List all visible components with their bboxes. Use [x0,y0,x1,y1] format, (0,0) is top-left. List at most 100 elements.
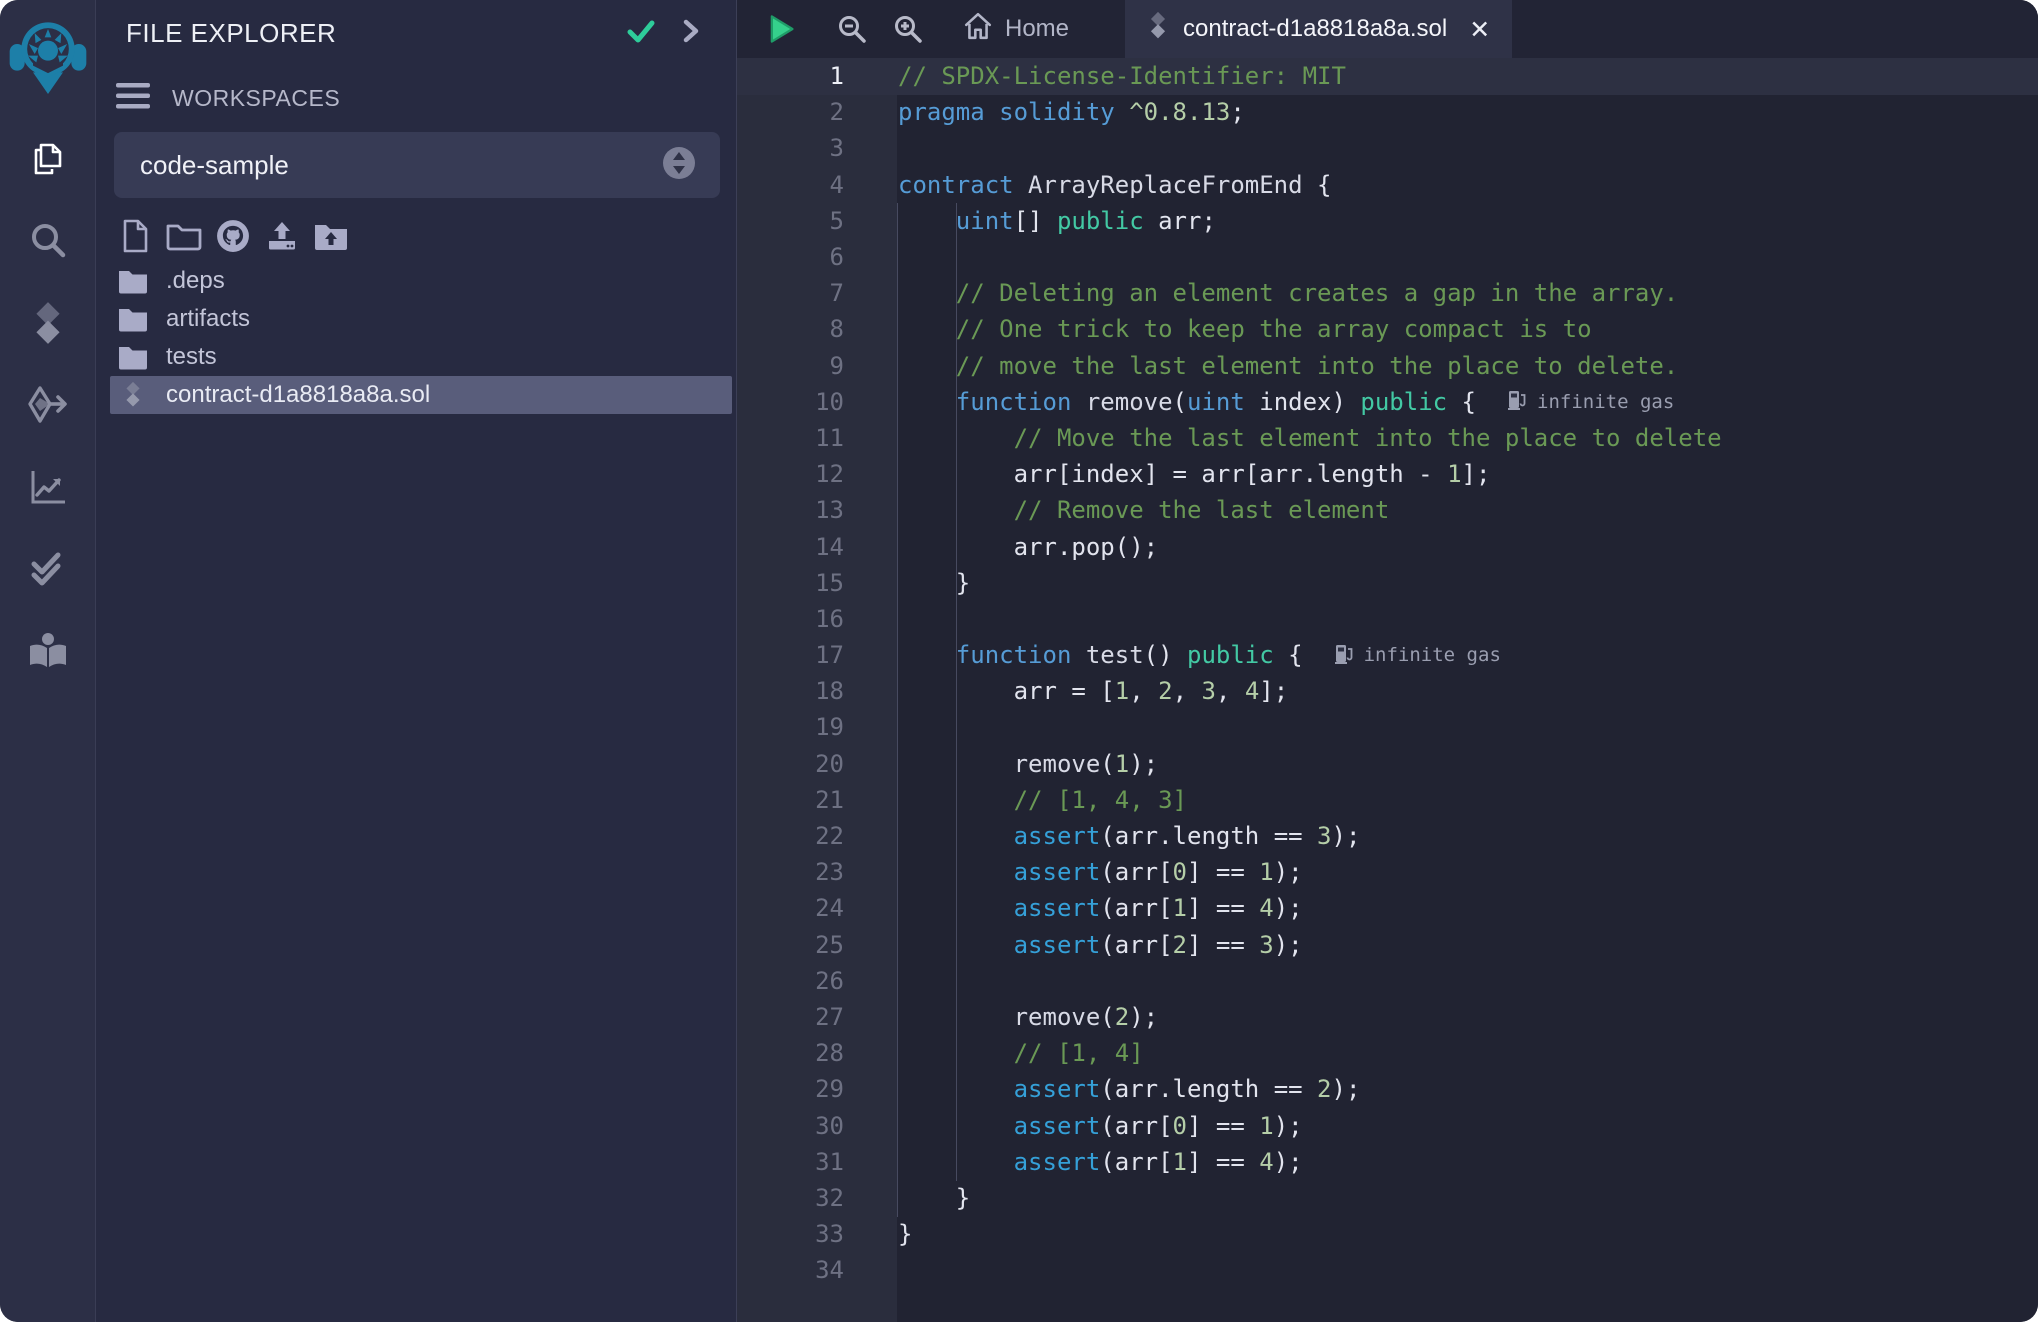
tab-home[interactable]: Home [963,0,1069,58]
line-number[interactable]: 23 [737,858,844,886]
sidebar-nav [0,118,95,692]
line-number[interactable]: 18 [737,677,844,705]
workspaces-label: WORKSPACES [172,85,340,112]
token: remove [1014,1003,1101,1031]
workspaces-menu-icon[interactable] [116,83,150,114]
run-script-button[interactable] [765,0,797,58]
new-file-icon[interactable] [117,218,153,254]
sidebar-item-learneth[interactable] [0,610,95,692]
editor-area: Home contract-d1a8818a8a.sol ✕ 1// SPDX-… [737,0,2038,1322]
line-number[interactable]: 21 [737,786,844,814]
sidebar-item-statistics[interactable] [0,446,95,528]
sidebar-item-search[interactable] [0,200,95,282]
line-number[interactable]: 25 [737,931,844,959]
code-text: arr.pop(); [844,533,1158,561]
token: (arr.length == [1100,1075,1317,1103]
line-number[interactable]: 1 [737,62,844,90]
line-number[interactable]: 33 [737,1220,844,1248]
line-number[interactable]: 7 [737,279,844,307]
line-number[interactable]: 15 [737,569,844,597]
token: 1 [1115,677,1129,705]
code-line: 2pragma solidity ^0.8.13; [737,94,2038,130]
token [898,352,956,380]
unit-testing-icon [28,549,68,589]
line-number[interactable]: 22 [737,822,844,850]
line-number[interactable]: 4 [737,171,844,199]
zoom-out-icon[interactable] [837,0,867,58]
tab-contract-label: contract-d1a8818a8a.sol [1183,15,1447,43]
line-number[interactable]: 19 [737,713,844,741]
token [898,496,1014,524]
line-number[interactable]: 29 [737,1075,844,1103]
file-explorer-panel: FILE EXPLORER WORKSPACES code-sample [96,0,737,1322]
line-number[interactable]: 5 [737,207,844,235]
line-number[interactable]: 13 [737,496,844,524]
workspace-select[interactable]: code-sample [114,132,720,198]
code-line: 11 // Move the last element into the pla… [737,420,2038,456]
line-number[interactable]: 28 [737,1039,844,1067]
token: public [1057,207,1144,235]
line-number[interactable]: 11 [737,424,844,452]
line-number[interactable]: 31 [737,1148,844,1176]
token: ( [1100,1003,1114,1031]
tab-close-icon[interactable]: ✕ [1469,15,1490,44]
gas-estimate-badge: infinite gas [1335,642,1501,669]
line-number[interactable]: 17 [737,641,844,669]
code-line: 1// SPDX-License-Identifier: MIT [737,58,2038,94]
file-contract-sol[interactable]: contract-d1a8818a8a.sol [110,376,732,414]
token: } [898,1220,912,1248]
line-number[interactable]: 8 [737,315,844,343]
sidebar-item-deploy-run[interactable] [0,364,95,446]
folder-deps[interactable]: .deps [96,262,736,300]
folder-artifacts[interactable]: artifacts [96,300,736,338]
line-number[interactable]: 32 [737,1184,844,1212]
token: 1 [1173,1148,1187,1176]
line-number[interactable]: 20 [737,750,844,778]
line-number[interactable]: 10 [737,388,844,416]
line-number[interactable]: 27 [737,1003,844,1031]
new-folder-icon[interactable] [166,218,202,254]
token: assert [1014,894,1101,922]
line-number[interactable]: 24 [737,894,844,922]
token [1071,641,1085,669]
folder-tests[interactable]: tests [96,338,736,376]
tab-contract-file[interactable]: contract-d1a8818a8a.sol ✕ [1125,0,1512,58]
line-number[interactable]: 30 [737,1112,844,1140]
upload-file-icon[interactable] [264,218,300,254]
github-icon[interactable] [215,218,251,254]
token: ); [1274,894,1303,922]
sidebar-item-file-explorer[interactable] [0,118,95,200]
token: ] == [1187,894,1259,922]
code-editor[interactable]: 1// SPDX-License-Identifier: MIT2pragma … [737,58,2038,1322]
token: 4 [1245,677,1259,705]
token: function [956,641,1072,669]
upload-folder-icon[interactable] [313,218,349,254]
line-number[interactable]: 34 [737,1256,844,1284]
code-text: assert(arr.length == 3); [844,822,1360,850]
line-number[interactable]: 3 [737,134,844,162]
zoom-in-icon[interactable] [893,0,923,58]
code-line: 9 // move the last element into the plac… [737,348,2038,384]
sidebar-item-unit-testing[interactable] [0,528,95,610]
check-icon[interactable] [626,18,656,49]
workspace-select-toggle-icon[interactable] [662,146,696,185]
code-line: 7 // Deleting an element creates a gap i… [737,275,2038,311]
token: 0 [1173,1112,1187,1140]
remix-logo[interactable] [8,4,88,104]
line-number[interactable]: 9 [737,352,844,380]
chevron-right-icon[interactable] [682,18,700,49]
line-number[interactable]: 2 [737,98,844,126]
line-number[interactable]: 12 [737,460,844,488]
sidebar-item-solidity-compiler[interactable] [0,282,95,364]
token: ); [1332,822,1361,850]
token [898,207,956,235]
line-number[interactable]: 6 [737,243,844,271]
code-line: 13 // Remove the last element [737,492,2038,528]
code-line: 17 function test() public {infinite gas [737,637,2038,673]
token: arr = [ [898,677,1115,705]
line-number[interactable]: 26 [737,967,844,995]
token: (arr[ [1100,931,1172,959]
line-number[interactable]: 16 [737,605,844,633]
token: assert [1014,1148,1101,1176]
line-number[interactable]: 14 [737,533,844,561]
